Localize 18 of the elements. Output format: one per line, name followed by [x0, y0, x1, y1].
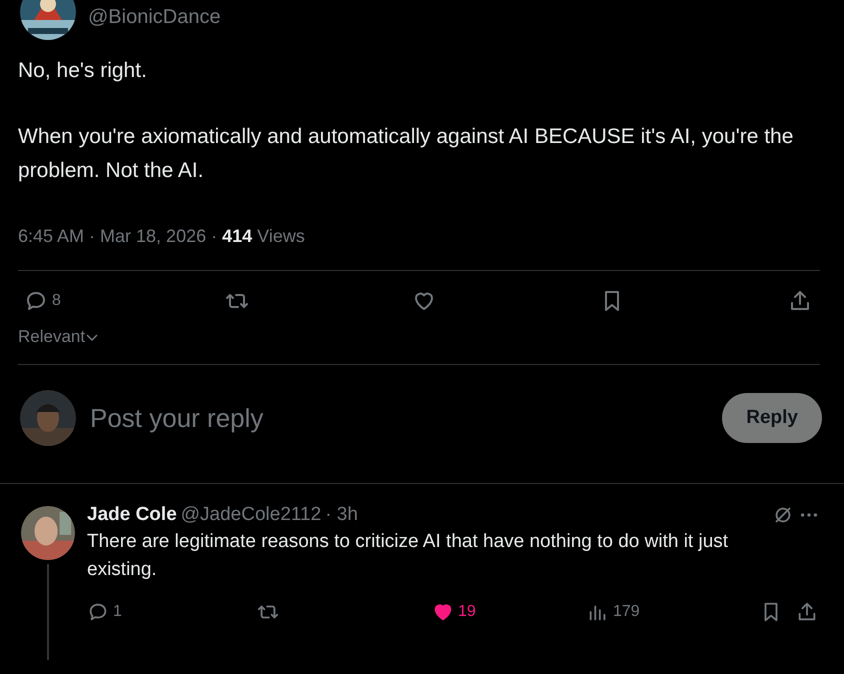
reply-text: There are legitimate reasons to criticize AI that have nothing to do with it just existing. — [87, 530, 730, 582]
post-timestamp: 6:45 AM · Mar 18, 2026 · 414 Views — [18, 226, 306, 247]
reply-button[interactable]: 1 — [87, 601, 257, 623]
views-button[interactable]: 179 — [587, 601, 757, 623]
reply-field[interactable]: Post your reply — [90, 402, 708, 434]
post-time: · 3h — [325, 504, 358, 526]
reply-icon — [24, 289, 48, 313]
user-handle[interactable]: @JadeCole2112 — [180, 504, 322, 526]
user-handle[interactable]: @BionicDance — [88, 6, 221, 40]
reply-button[interactable]: 8 — [24, 289, 61, 313]
share-icon — [796, 601, 818, 623]
reply-icon — [87, 601, 109, 623]
post-text: When you're axiomatically and automatically against AI BECAUSE it's AI, you're the problem. Not the AI. — [18, 124, 794, 184]
like-button[interactable]: 19 — [432, 601, 587, 623]
sort-dropdown[interactable]: Relevant — [18, 327, 100, 347]
reply-button[interactable]: Reply — [722, 393, 822, 443]
user-name[interactable]: Jade Cole — [87, 504, 177, 526]
post-text: No, he's right. — [18, 58, 148, 84]
